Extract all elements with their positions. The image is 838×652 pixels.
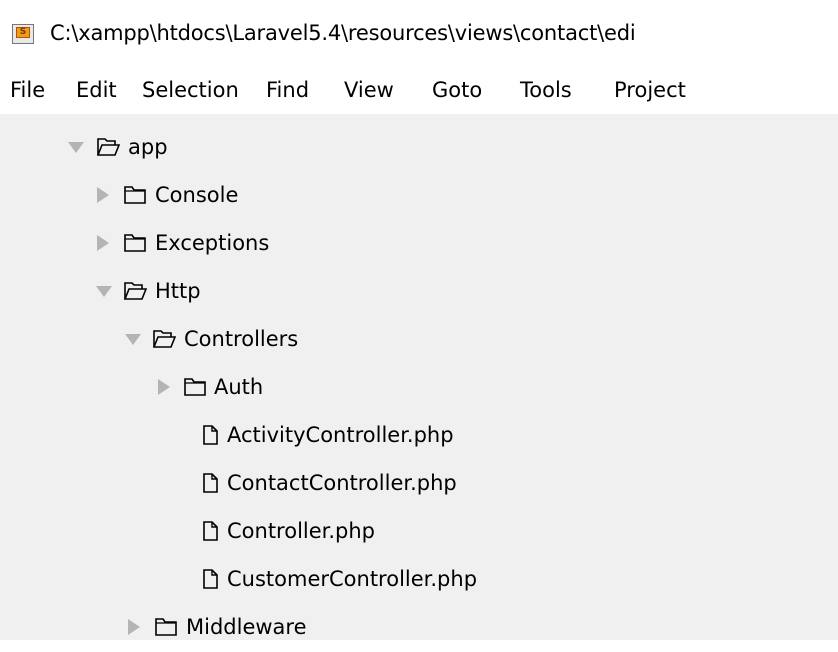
open-folder-icon — [123, 282, 147, 300]
tree-label: ActivityController.php — [227, 423, 454, 447]
folder-icon — [184, 378, 206, 396]
tree-label: Http — [155, 279, 201, 303]
tree-label: Controllers — [184, 327, 299, 351]
app-icon-letter: S — [16, 27, 30, 38]
expanded-arrow-icon[interactable] — [68, 142, 84, 153]
tree-label: Console — [155, 183, 239, 207]
tree-item-contactcontroller[interactable]: ContactController.php — [0, 460, 838, 508]
tree-label: Controller.php — [227, 519, 376, 543]
tree-label: app — [128, 135, 168, 159]
menu-tools[interactable]: Tools — [520, 77, 572, 103]
tree-label: Middleware — [186, 615, 307, 639]
collapsed-arrow-icon[interactable] — [97, 187, 109, 203]
sublime-text-icon: S — [12, 24, 34, 44]
menu-project[interactable]: Project — [614, 77, 686, 103]
folder-icon — [124, 186, 146, 204]
open-folder-icon — [96, 138, 120, 156]
menu-bar: File Edit Selection Find View Goto Tools… — [0, 64, 838, 114]
tree-item-customercontroller[interactable]: CustomerController.php — [0, 556, 838, 604]
tree-item-http[interactable]: Http — [0, 268, 838, 316]
menu-goto[interactable]: Goto — [432, 77, 482, 103]
tree-item-activitycontroller[interactable]: ActivityController.php — [0, 412, 838, 460]
file-icon — [203, 569, 218, 589]
sidebar-file-tree[interactable]: app Console Exceptions Http Controllers … — [0, 114, 838, 640]
tree-label: ContactController.php — [227, 471, 457, 495]
tree-item-auth[interactable]: Auth — [0, 364, 838, 412]
menu-selection[interactable]: Selection — [142, 77, 239, 103]
title-bar: S C:\xampp\htdocs\Laravel5.4\resources\v… — [0, 0, 838, 64]
folder-icon — [155, 618, 177, 636]
file-icon — [203, 425, 218, 445]
collapsed-arrow-icon[interactable] — [158, 379, 170, 395]
tree-label: Auth — [214, 375, 264, 399]
tree-item-middleware[interactable]: Middleware — [0, 604, 838, 652]
window-title: C:\xampp\htdocs\Laravel5.4\resources\vie… — [50, 21, 636, 45]
file-icon — [203, 521, 218, 541]
folder-icon — [124, 234, 146, 252]
tree-item-console[interactable]: Console — [0, 172, 838, 220]
open-folder-icon — [152, 330, 176, 348]
tree-item-exceptions[interactable]: Exceptions — [0, 220, 838, 268]
tree-item-controllers[interactable]: Controllers — [0, 316, 838, 364]
collapsed-arrow-icon[interactable] — [128, 619, 140, 635]
expanded-arrow-icon[interactable] — [96, 286, 112, 297]
file-icon — [203, 473, 218, 493]
tree-item-app[interactable]: app — [0, 124, 838, 172]
menu-find[interactable]: Find — [266, 77, 309, 103]
tree-label: Exceptions — [155, 231, 270, 255]
menu-edit[interactable]: Edit — [76, 77, 117, 103]
menu-file[interactable]: File — [10, 77, 45, 103]
tree-label: CustomerController.php — [227, 567, 478, 591]
collapsed-arrow-icon[interactable] — [97, 235, 109, 251]
expanded-arrow-icon[interactable] — [125, 334, 141, 345]
menu-view[interactable]: View — [344, 77, 394, 103]
tree-item-controller[interactable]: Controller.php — [0, 508, 838, 556]
